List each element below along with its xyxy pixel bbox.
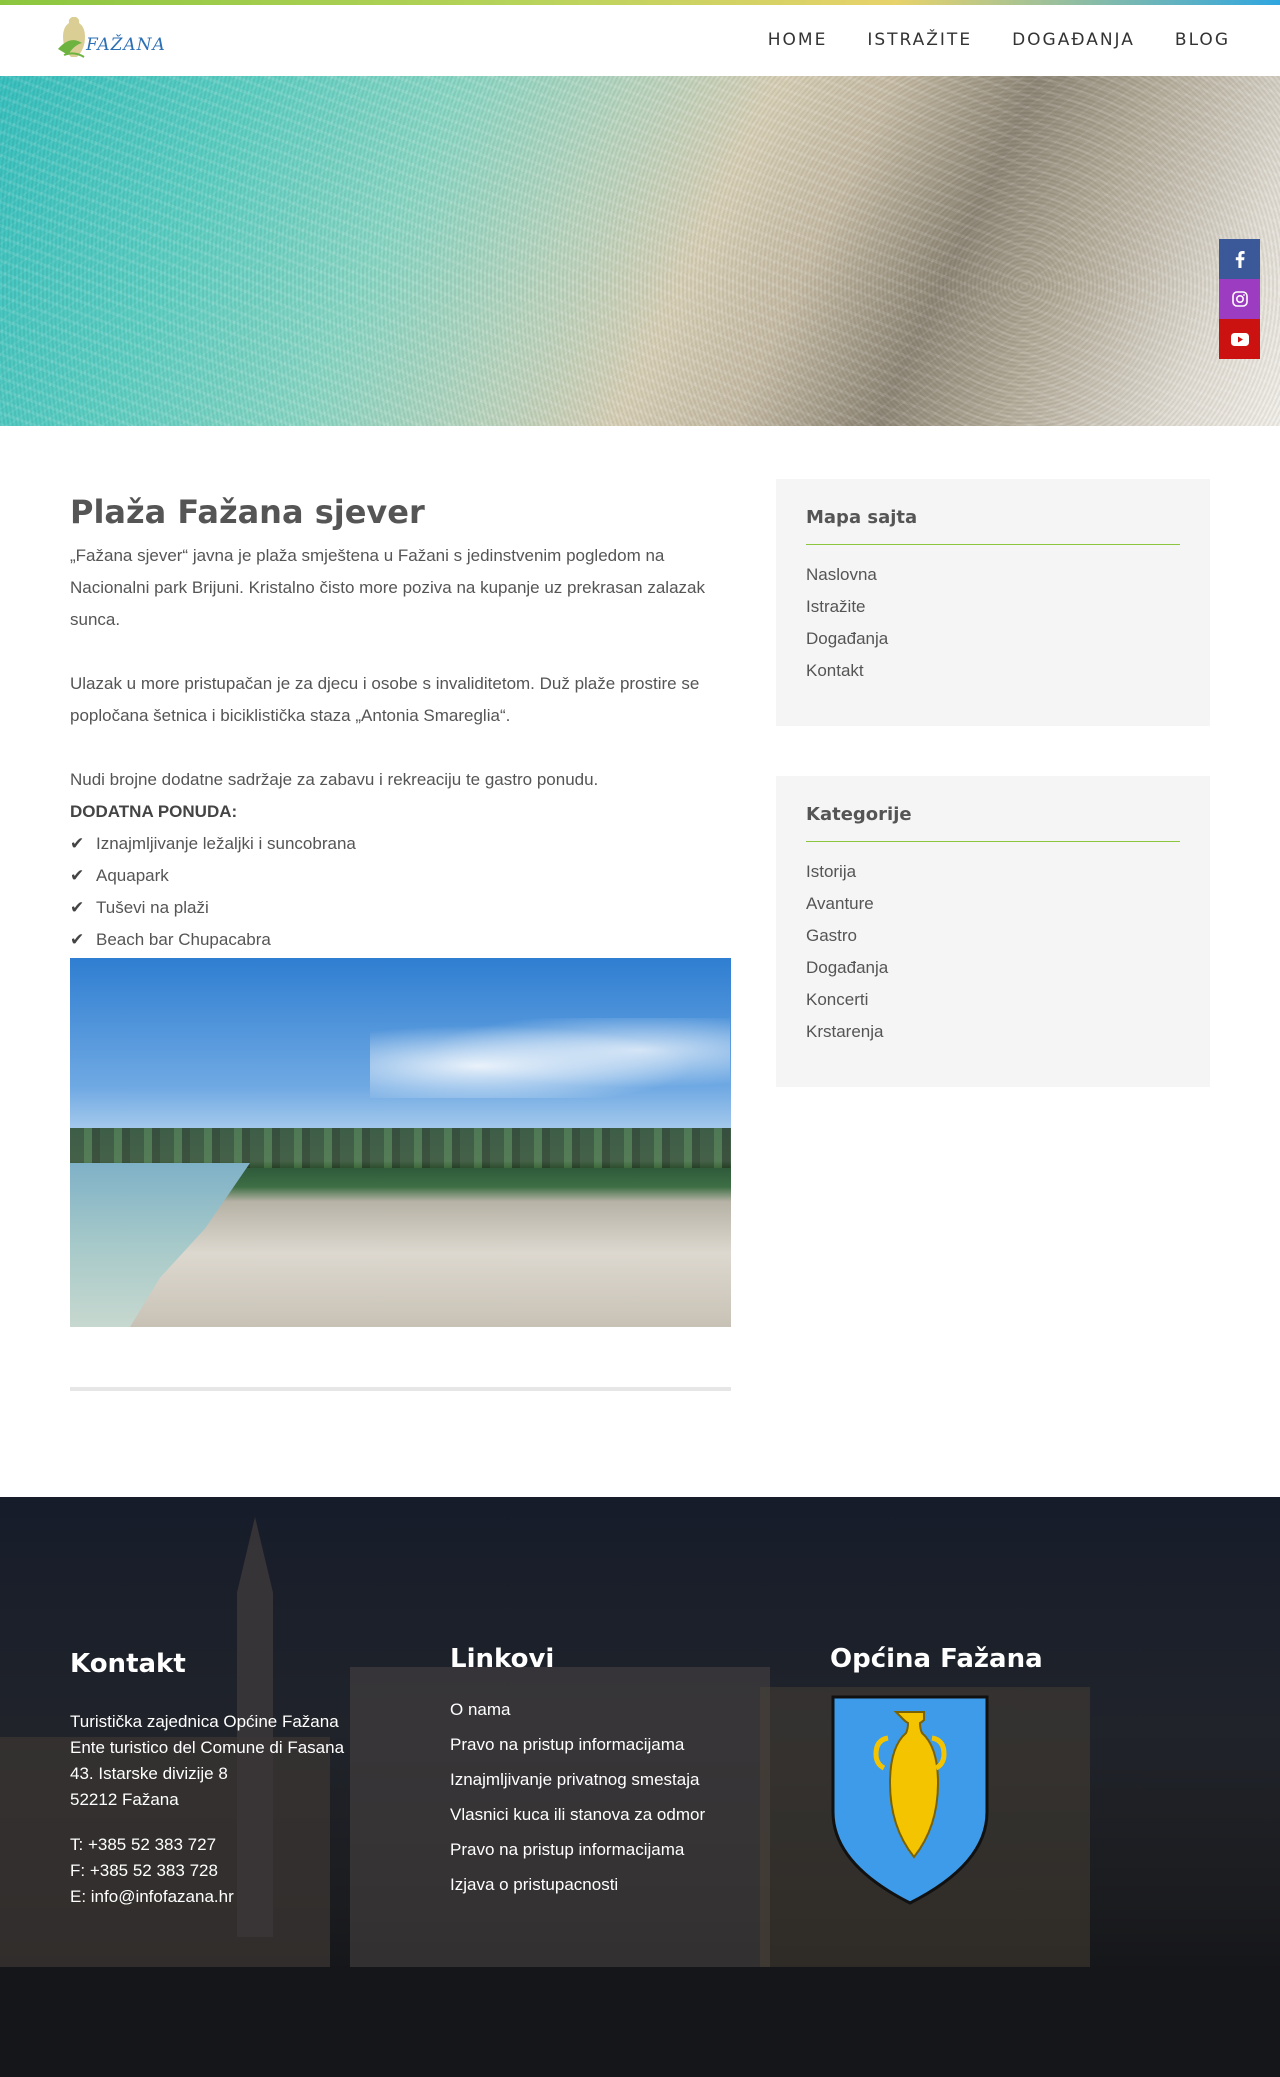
nav-home[interactable]: HOME (768, 30, 828, 50)
footer-link[interactable]: Izjava o pristupacnosti (450, 1867, 790, 1902)
beach-photo (70, 958, 731, 1327)
list-item-label: Tuševi na plaži (96, 898, 209, 917)
contact-line: Ente turistico del Comune di Fasana (70, 1738, 345, 1757)
footer-link[interactable]: O nama (450, 1692, 790, 1727)
extras-heading: DODATNA PONUDA: (70, 802, 238, 821)
sitemap-widget: Mapa sajta Naslovna Istražite Događanja … (776, 479, 1210, 726)
site-logo[interactable]: FAŽANA (50, 9, 165, 71)
article-paragraph: Nudi brojne dodatne sadržaje za zabavu i… (70, 770, 599, 789)
category-link[interactable]: Događanja (806, 952, 1180, 984)
contact-email[interactable]: E: info@infofazana.hr (70, 1884, 410, 1910)
sitemap-link[interactable]: Istražite (806, 591, 1180, 623)
photo-clouds (370, 1018, 730, 1098)
nav-istrazite[interactable]: ISTRAŽITE (867, 30, 972, 50)
footer-link[interactable]: Pravo na pristup informacijama (450, 1832, 790, 1867)
article-paragraph: Ulazak u more pristupačan je za djecu i … (70, 674, 700, 725)
instagram-icon[interactable] (1219, 279, 1260, 319)
footer-links: Linkovi O nama Pravo na pristup informac… (450, 1644, 790, 1902)
sitemap-link[interactable]: Naslovna (806, 559, 1180, 591)
category-link[interactable]: Koncerti (806, 984, 1180, 1016)
check-icon: ✔ (70, 898, 85, 917)
list-item-label: Beach bar Chupacabra (96, 930, 271, 949)
main-nav: HOME ISTRAŽITE DOGAĐANJA BLOG (768, 30, 1230, 50)
footer-contact: Kontakt Turistička zajednica Općine Faža… (70, 1649, 410, 1910)
extras-list: ✔ Iznajmljivanje ležaljki i suncobrana ✔ A… (70, 828, 731, 956)
footer-heading: Općina Fažana (830, 1644, 1043, 1674)
category-link[interactable]: Istorija (806, 856, 1180, 888)
sitemap-link[interactable]: Kontakt (806, 655, 1180, 687)
youtube-icon[interactable] (1219, 319, 1260, 359)
site-header: FAŽANA HOME ISTRAŽITE DOGAĐANJA BLOG (0, 5, 1280, 76)
categories-widget: Kategorije Istorija Avanture Gastro Doga… (776, 776, 1210, 1087)
list-item: ✔ Iznajmljivanje ležaljki i suncobrana (70, 828, 731, 860)
article-paragraph: „Fažana sjever“ javna je plaža smještena… (70, 546, 705, 629)
footer-municipality: Općina Fažana (830, 1644, 1170, 1905)
contact-fax: F: +385 52 383 728 (70, 1861, 218, 1880)
list-item: ✔ Tuševi na plaži (70, 892, 731, 924)
contact-phone: T: +385 52 383 727 (70, 1835, 217, 1854)
facebook-icon[interactable] (1219, 239, 1260, 279)
footer-link[interactable]: Pravo na pristup informacijama (450, 1727, 790, 1762)
social-links (1219, 239, 1260, 359)
list-item: ✔ Aquapark (70, 860, 731, 892)
category-link[interactable]: Gastro (806, 920, 1180, 952)
content-divider (70, 1387, 731, 1391)
photo-sea (70, 1163, 250, 1327)
list-item: ✔ Beach bar Chupacabra (70, 924, 731, 956)
nav-dogadanja[interactable]: DOGAĐANJA (1012, 30, 1135, 50)
photo-trees (70, 1128, 731, 1168)
site-footer: Kontakt Turistička zajednica Općine Faža… (0, 1497, 1280, 2077)
category-link[interactable]: Krstarenja (806, 1016, 1180, 1048)
check-icon: ✔ (70, 866, 85, 885)
sitemap-link[interactable]: Događanja (806, 623, 1180, 655)
municipality-coat-of-arms-icon (831, 1695, 989, 1905)
widget-title: Kategorije (806, 804, 1180, 842)
widget-title: Mapa sajta (806, 507, 1180, 545)
list-item-label: Aquapark (96, 866, 169, 885)
footer-heading: Kontakt (70, 1649, 186, 1679)
contact-line: Turistička zajednica Općine Fažana (70, 1712, 339, 1731)
footer-heading: Linkovi (450, 1644, 555, 1674)
footer-link[interactable]: Vlasnici kuca ili stanova za odmor (450, 1797, 790, 1832)
article: Plaža Fažana sjever „Fažana sjever“ javn… (70, 490, 731, 1391)
list-item-label: Iznajmljivanje ležaljki i suncobrana (96, 834, 356, 853)
check-icon: ✔ (70, 930, 85, 949)
check-icon: ✔ (70, 834, 85, 853)
nav-blog[interactable]: BLOG (1175, 30, 1230, 50)
contact-line: 52212 Fažana (70, 1790, 179, 1809)
category-link[interactable]: Avanture (806, 888, 1180, 920)
contact-line: 43. Istarske divizije 8 (70, 1764, 228, 1783)
logo-wordmark: FAŽANA (86, 35, 166, 55)
footer-link[interactable]: Iznajmljivanje privatnog smestaja (450, 1762, 790, 1797)
page-title: Plaža Fažana sjever (70, 493, 425, 531)
footer-bg-street (0, 1967, 1280, 2077)
hero-beach-image (0, 76, 1280, 426)
